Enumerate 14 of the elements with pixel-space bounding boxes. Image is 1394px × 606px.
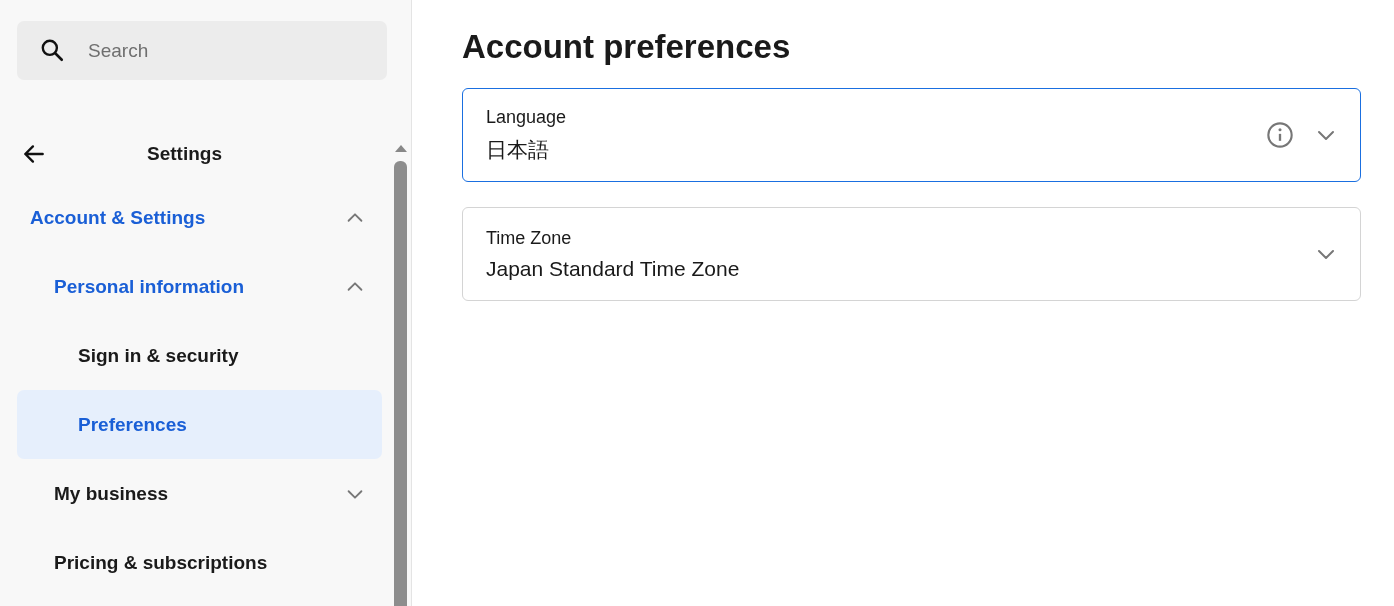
dropdown-field[interactable]: Language 日本語 [462,88,1361,182]
dropdown-field[interactable]: Time Zone Japan Standard Time Zone [462,207,1361,301]
nav-item[interactable]: My business [17,459,382,528]
sidebar-title: Settings [147,143,222,165]
info-icon[interactable] [1266,121,1294,149]
scroll-up-icon[interactable] [393,143,408,153]
page-title: Account preferences [462,28,792,66]
scrollbar-thumb[interactable] [394,161,407,606]
search-field[interactable]: Search [17,21,387,80]
nav-item[interactable]: Preferences [17,390,382,459]
nav-item[interactable]: Account & Settings [17,183,382,252]
nav-item[interactable]: Sign in & security [17,321,382,390]
nav-item[interactable]: Pricing & subscriptions [17,528,382,597]
nav-item[interactable]: Personal information [17,252,382,321]
